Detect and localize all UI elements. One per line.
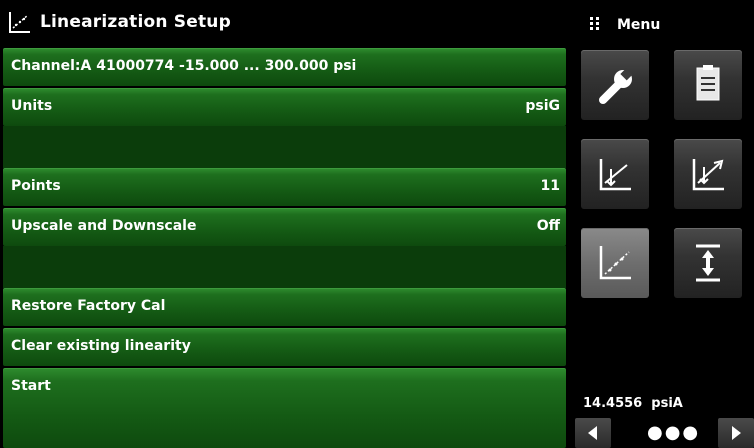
points-label: Points xyxy=(11,178,61,194)
menu-grip-icon[interactable] xyxy=(590,16,600,30)
title-bar: Linearization Setup xyxy=(0,0,566,46)
start-row[interactable]: Start xyxy=(3,368,566,448)
calibrate-zero-icon xyxy=(599,159,631,191)
tare-button[interactable] xyxy=(674,228,742,298)
upscale-downscale-label: Upscale and Downscale xyxy=(11,218,197,234)
arrow-left-icon xyxy=(588,426,597,440)
restore-factory-cal-label: Restore Factory Cal xyxy=(11,298,166,314)
previous-page-button[interactable] xyxy=(575,418,611,448)
calibrate-span-button[interactable] xyxy=(674,139,742,209)
units-row[interactable]: Units psiG xyxy=(3,88,566,126)
document-button[interactable] xyxy=(674,50,742,120)
points-row[interactable]: Points 11 xyxy=(3,168,566,206)
page-indicator-dots: ●●● xyxy=(647,422,701,443)
page-title: Linearization Setup xyxy=(40,12,231,32)
channel-row[interactable]: Channel:A 41000774 -15.000 ... 300.000 p… xyxy=(3,48,566,86)
points-value: 11 xyxy=(540,178,560,194)
clear-linearity-label: Clear existing linearity xyxy=(11,338,191,354)
next-page-button[interactable] xyxy=(718,418,754,448)
start-label: Start xyxy=(11,378,51,394)
linearization-icon xyxy=(9,12,30,33)
row-spacer xyxy=(3,246,566,288)
linearization-button[interactable] xyxy=(581,228,649,298)
calibrate-zero-button[interactable] xyxy=(581,139,649,209)
menu-label[interactable]: Menu xyxy=(617,17,660,33)
linearization-icon xyxy=(599,246,631,280)
upscale-downscale-row[interactable]: Upscale and Downscale Off xyxy=(3,208,566,246)
restore-factory-cal-row[interactable]: Restore Factory Cal xyxy=(3,288,566,326)
document-icon xyxy=(696,65,720,101)
wrench-icon xyxy=(599,68,633,104)
units-value: psiG xyxy=(525,98,560,114)
page-nav: ●●● xyxy=(575,418,754,448)
arrow-right-icon xyxy=(732,426,741,440)
calibrate-span-icon xyxy=(692,159,724,191)
reading-value: 14.4556 xyxy=(583,396,643,411)
channel-label: Channel:A 41000774 -15.000 ... 300.000 p… xyxy=(11,58,357,74)
row-spacer xyxy=(3,126,566,168)
upscale-downscale-value: Off xyxy=(536,218,560,234)
tare-icon xyxy=(696,244,720,282)
units-label: Units xyxy=(11,98,53,114)
reading-unit: psiA xyxy=(651,396,683,411)
setup-wrench-button[interactable] xyxy=(581,50,649,120)
pressure-reading: 14.4556 psiA xyxy=(583,396,683,411)
clear-linearity-row[interactable]: Clear existing linearity xyxy=(3,328,566,366)
